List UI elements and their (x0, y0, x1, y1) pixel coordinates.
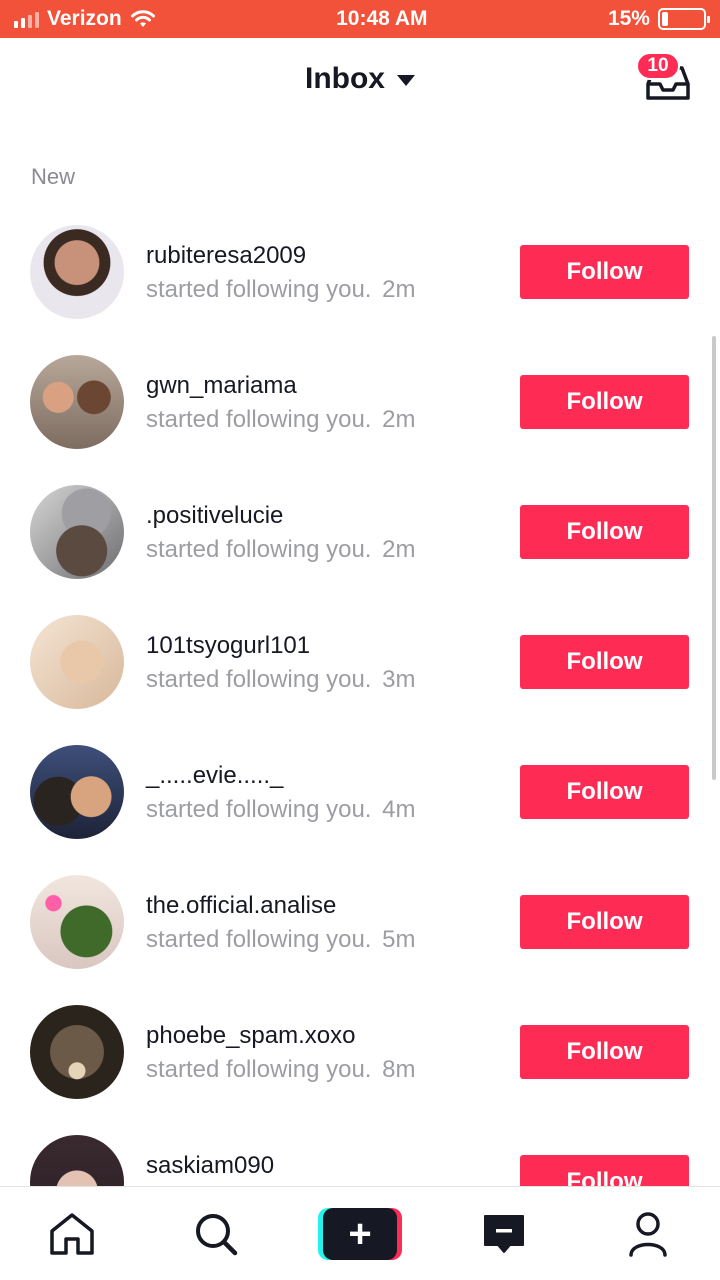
status-bar-left: Verizon (14, 7, 156, 31)
username[interactable]: phoebe_spam.xoxo (146, 1022, 355, 1050)
home-icon (50, 1212, 94, 1255)
timestamp: 2m (382, 276, 416, 303)
inbox-title-dropdown[interactable]: Inbox (0, 62, 720, 96)
username[interactable]: saskiam090 (146, 1152, 274, 1180)
avatar[interactable] (30, 1005, 124, 1099)
status-time: 10:48 AM (336, 7, 428, 30)
list-item[interactable]: .positivelucie started following you. 2m… (0, 466, 720, 596)
search-icon (196, 1213, 238, 1255)
username[interactable]: _.....evie....._ (146, 762, 283, 790)
avatar[interactable] (30, 875, 124, 969)
battery-level (661, 12, 668, 26)
follow-button[interactable]: Follow (520, 1155, 689, 1186)
inbox-message-icon (484, 1214, 524, 1253)
nav-home[interactable] (27, 1199, 117, 1269)
notification-list[interactable]: rubiteresa2009 started following you. 2m… (0, 206, 720, 1186)
section-label-new: New (31, 164, 76, 189)
page-title: Inbox (305, 62, 385, 95)
action-text: started following you. (146, 666, 372, 693)
action-text: started following you. (146, 406, 372, 433)
avatar[interactable] (30, 1135, 124, 1186)
status-bar-right: 15% (607, 7, 710, 31)
timestamp: 3m (382, 666, 416, 693)
follow-button[interactable]: Follow (520, 765, 689, 819)
action-text: started following you. (146, 796, 372, 823)
caret-down-icon (397, 74, 415, 86)
avatar[interactable] (30, 615, 124, 709)
timestamp: 5m (382, 926, 416, 953)
avatar[interactable] (30, 745, 124, 839)
nav-profile[interactable] (603, 1199, 693, 1269)
list-item[interactable]: phoebe_spam.xoxo started following you. … (0, 986, 720, 1116)
timestamp: 2m (382, 406, 416, 433)
nav-inbox[interactable] (459, 1199, 549, 1269)
nav-create[interactable]: + (315, 1199, 405, 1269)
inbox-header: Inbox 10 (0, 38, 720, 126)
action-text: started following you. (146, 276, 372, 303)
signal-icon (14, 10, 39, 28)
action-text: started following you. (146, 536, 372, 563)
notification-badge: 10 (636, 52, 680, 80)
notification-text: started following you. 5m (146, 926, 415, 954)
profile-icon (629, 1211, 667, 1257)
follow-button[interactable]: Follow (520, 895, 689, 949)
create-plus-icon: + (318, 1207, 402, 1260)
username[interactable]: rubiteresa2009 (146, 242, 306, 270)
timestamp: 2m (382, 536, 416, 563)
scrollbar[interactable] (712, 336, 716, 780)
battery-percent: 15% (607, 7, 650, 30)
action-text: started following you. (146, 1056, 372, 1083)
timestamp: 4m (382, 796, 416, 823)
list-item[interactable]: gwn_mariama started following you. 2m Fo… (0, 336, 720, 466)
notification-text: started following you. 2m (146, 276, 415, 304)
username[interactable]: gwn_mariama (146, 372, 297, 400)
nav-discover[interactable] (171, 1199, 261, 1269)
follow-button[interactable]: Follow (520, 635, 689, 689)
status-bar: Verizon 10:48 AM 15% (0, 0, 720, 38)
list-item[interactable]: the.official.analise started following y… (0, 856, 720, 986)
username[interactable]: 101tsyogurl101 (146, 632, 310, 660)
notification-text: started following you. 2m (146, 536, 415, 564)
avatar[interactable] (30, 355, 124, 449)
carrier-name: Verizon (47, 7, 122, 30)
follow-button[interactable]: Follow (520, 505, 689, 559)
list-item[interactable]: _.....evie....._ started following you. … (0, 726, 720, 856)
list-item[interactable]: rubiteresa2009 started following you. 2m… (0, 206, 720, 336)
username[interactable]: the.official.analise (146, 892, 336, 920)
follow-button[interactable]: Follow (520, 375, 689, 429)
battery-icon (657, 8, 710, 30)
follow-button[interactable]: Follow (520, 1025, 689, 1079)
action-text: started following you. (146, 926, 372, 953)
username[interactable]: .positivelucie (146, 502, 283, 530)
avatar[interactable] (30, 485, 124, 579)
timestamp: 8m (382, 1056, 416, 1083)
follow-button[interactable]: Follow (520, 245, 689, 299)
wifi-icon (130, 10, 155, 27)
notification-text: started following you. 3m (146, 666, 415, 694)
notification-text: started following you. 8m (146, 1056, 415, 1084)
list-item[interactable]: saskiam090 Follow (0, 1116, 720, 1186)
avatar[interactable] (30, 225, 124, 319)
list-item[interactable]: 101tsyogurl101 started following you. 3m… (0, 596, 720, 726)
notification-text: started following you. 4m (146, 796, 415, 824)
bottom-nav: + (0, 1186, 720, 1280)
notification-text: started following you. 2m (146, 406, 415, 434)
